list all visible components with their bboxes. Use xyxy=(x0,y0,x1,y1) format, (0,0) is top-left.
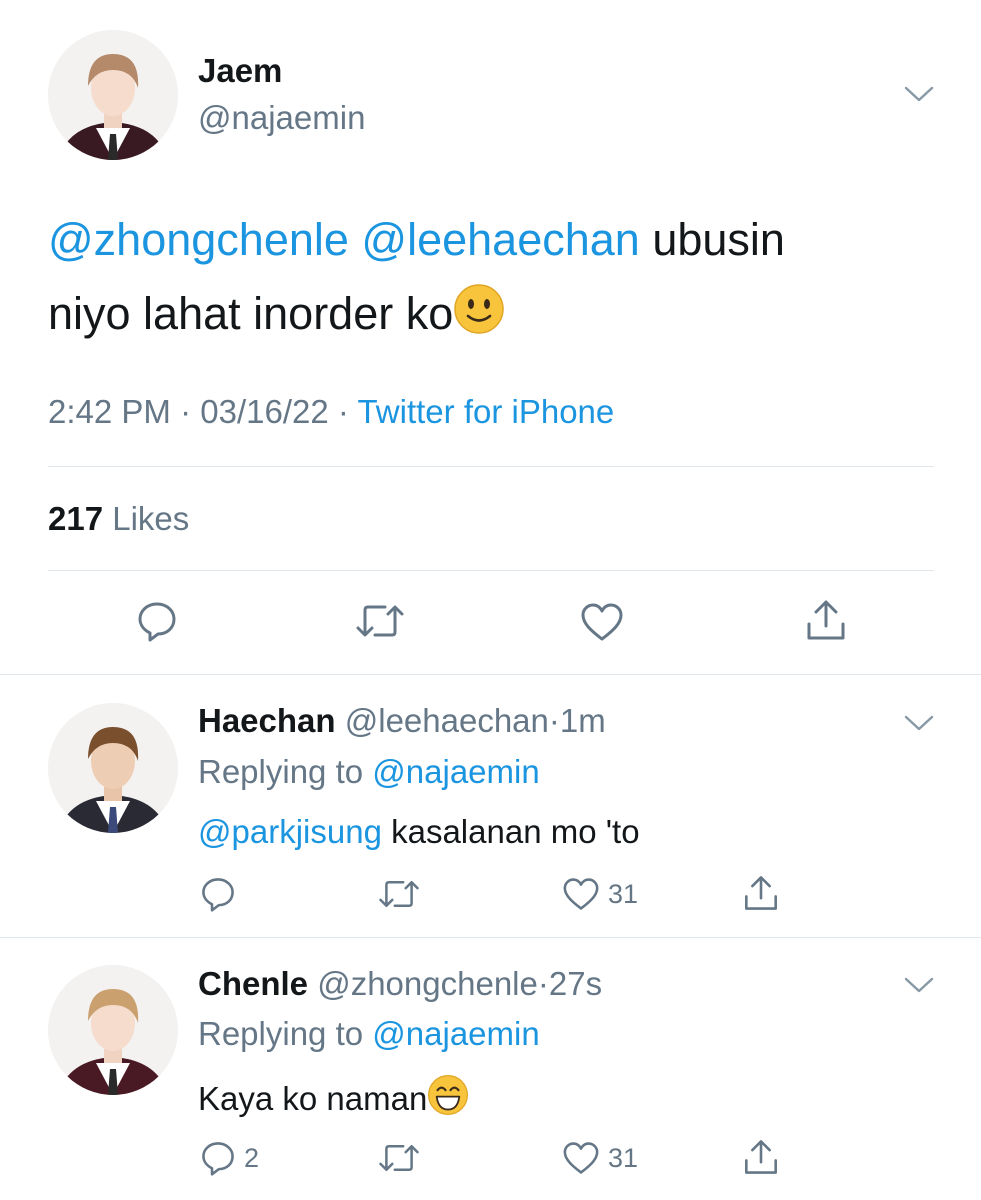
replying-label: Replying to xyxy=(198,1015,364,1052)
replying-handle-link[interactable]: @najaemin xyxy=(372,1015,539,1052)
reply-author-handle[interactable]: @leehaechan xyxy=(345,702,549,739)
reply-button[interactable]: 2 xyxy=(200,1140,259,1176)
retweet-button[interactable] xyxy=(378,876,420,912)
reply-header: Haechan @leehaechan·1m xyxy=(198,702,606,740)
slightly-smiling-face-icon xyxy=(453,283,505,357)
like-button[interactable]: 31 xyxy=(562,1141,638,1175)
reply-button[interactable] xyxy=(200,876,236,912)
divider xyxy=(0,674,981,675)
share-icon xyxy=(745,876,777,910)
reply-button[interactable] xyxy=(136,600,178,642)
share-button[interactable] xyxy=(804,598,848,642)
share-button[interactable] xyxy=(742,1138,780,1176)
meta-separator: · xyxy=(180,393,192,430)
retweet-icon xyxy=(379,1144,419,1172)
avatar-haechan[interactable] xyxy=(48,703,178,833)
reply-age[interactable]: 1m xyxy=(560,702,606,739)
reply-count: 2 xyxy=(244,1142,260,1173)
mention-link[interactable]: @zhongchenle xyxy=(48,214,349,265)
share-button[interactable] xyxy=(742,874,780,912)
retweet-icon xyxy=(379,880,419,908)
divider xyxy=(0,937,981,938)
mention-link[interactable]: @leehaechan xyxy=(361,214,639,265)
reply-author-name[interactable]: Chenle xyxy=(198,965,308,1002)
share-icon xyxy=(745,1140,777,1174)
meta-separator: · xyxy=(548,702,560,739)
tweet-time: 2:42 PM xyxy=(48,393,171,430)
likes-count: 217 xyxy=(48,500,104,537)
reply-text: @parkjisung kasalanan mo 'to xyxy=(198,813,640,851)
reply-text: Kaya ko naman xyxy=(198,1074,469,1124)
likes-link[interactable]: 217 Likes xyxy=(48,500,189,538)
author-name[interactable]: Jaem xyxy=(198,52,282,90)
replying-to: Replying to @najaemin xyxy=(198,1015,540,1053)
reply-author-name[interactable]: Haechan xyxy=(198,702,336,739)
grinning-face-icon xyxy=(427,1074,469,1124)
like-icon xyxy=(581,603,623,641)
author-handle[interactable]: @najaemin xyxy=(198,99,365,137)
tweet-meta: 2:42 PM · 03/16/22 · Twitter for iPhone xyxy=(48,393,614,431)
avatar-chenle[interactable] xyxy=(48,965,178,1095)
reply-text-body: Kaya ko naman xyxy=(198,1080,428,1117)
like-count: 31 xyxy=(608,1142,639,1173)
reply-age[interactable]: 27s xyxy=(549,965,602,1002)
reply-icon xyxy=(202,878,234,912)
chevron-down-icon[interactable] xyxy=(904,714,934,737)
reply-text-body: kasalanan mo 'to xyxy=(391,813,640,850)
retweet-button[interactable] xyxy=(378,1140,420,1176)
meta-separator: · xyxy=(537,965,549,1002)
tweet-text-line2: niyo lahat inorder ko xyxy=(48,288,454,339)
divider xyxy=(48,466,934,467)
share-icon xyxy=(807,600,845,640)
tweet-text-line1: ubusin xyxy=(652,214,785,265)
replying-label: Replying to xyxy=(198,753,364,790)
reply-icon xyxy=(138,602,176,642)
like-icon xyxy=(563,1142,599,1174)
tweet-source-link[interactable]: Twitter for iPhone xyxy=(357,393,614,430)
divider xyxy=(48,570,934,571)
meta-separator: · xyxy=(337,393,349,430)
reply-icon xyxy=(202,1142,234,1176)
chevron-down-icon[interactable] xyxy=(904,85,934,108)
likes-label: Likes xyxy=(112,500,190,537)
avatar-jaem[interactable] xyxy=(48,30,178,160)
reply-author-handle[interactable]: @zhongchenle xyxy=(317,965,538,1002)
replying-to: Replying to @najaemin xyxy=(198,753,540,791)
like-icon xyxy=(563,878,599,910)
retweet-icon xyxy=(356,605,404,637)
tweet-date: 03/16/22 xyxy=(200,393,329,430)
like-button[interactable]: 31 xyxy=(562,877,638,911)
mention-link[interactable]: @parkjisung xyxy=(198,813,382,850)
tweet-text: @zhongchenle @leehaechan ubusin niyo lah… xyxy=(48,203,948,357)
retweet-button[interactable] xyxy=(355,600,405,642)
reply-header: Chenle @zhongchenle·27s xyxy=(198,965,602,1003)
like-button[interactable] xyxy=(580,602,624,642)
chevron-down-icon[interactable] xyxy=(904,976,934,999)
like-count: 31 xyxy=(608,878,639,909)
replying-handle-link[interactable]: @najaemin xyxy=(372,753,539,790)
